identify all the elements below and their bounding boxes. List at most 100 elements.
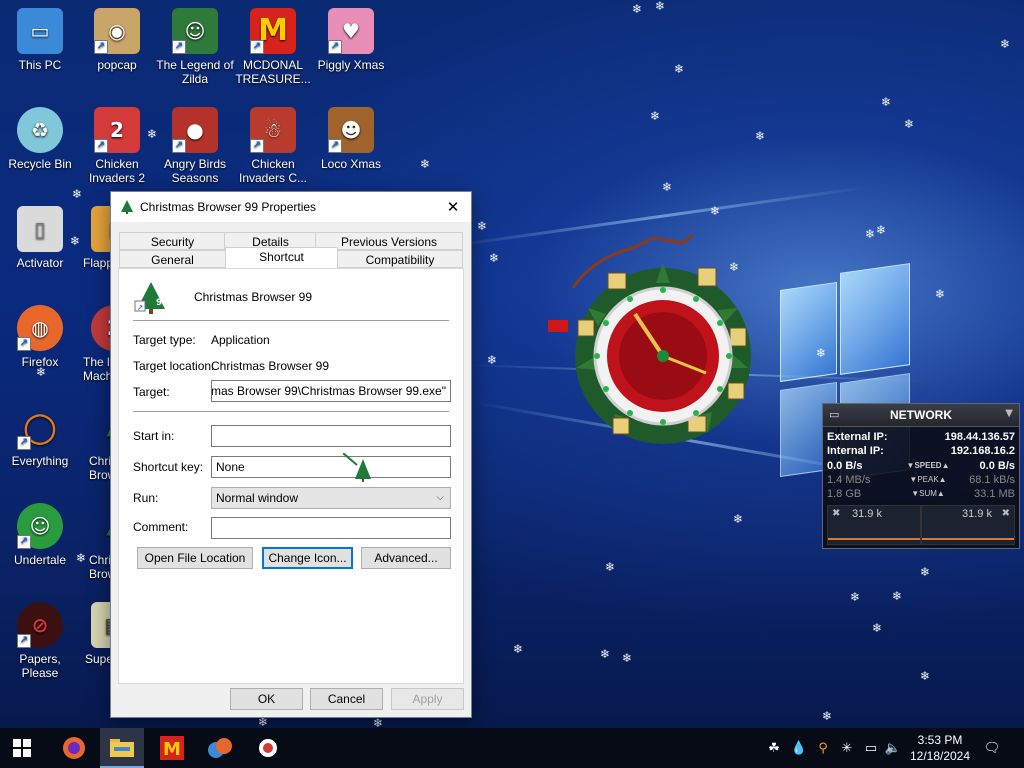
game-icon: ▤ (91, 602, 111, 648)
divider (133, 320, 449, 321)
recycle-bin-icon: ♻ (17, 107, 63, 153)
target-label: Target: (133, 385, 170, 399)
comment-input[interactable] (211, 517, 451, 539)
desktop-icon-super[interactable]: ▤ Supe (77, 602, 111, 666)
christmas-clock-widget[interactable] (548, 228, 772, 452)
start-button[interactable] (0, 728, 44, 768)
desktop-icon-undertale[interactable]: ☺ ↗ Undertale (0, 503, 80, 567)
desktop-icon-label: Chicken Invaders 2 (88, 157, 146, 185)
download-graph: ✖ 31.9 k (827, 505, 921, 545)
network-widget[interactable]: ▭ NETWORK ▼ External IP: 198.44.136.57 I… (822, 403, 1020, 549)
tray-drop-icon[interactable]: 💧 (788, 728, 810, 768)
cancel-button[interactable]: Cancel (310, 688, 383, 710)
shortcut-arrow-icon: ↗ (17, 535, 31, 549)
search-icon: ○ ↗ (17, 404, 63, 450)
snowflake-icon: ❄ (881, 95, 892, 109)
firefox-icon: ◍ ↗ (17, 305, 63, 351)
target-input-value: Christmas Browser 99\Christmas Browser 9… (211, 384, 446, 398)
target-type-value: Application (211, 333, 270, 347)
taskbar-clock[interactable]: 3:53 PM 12/18/2024 (902, 732, 978, 764)
tab-compatibility[interactable]: Compatibility (337, 250, 463, 268)
firefox-icon (63, 737, 85, 759)
desktop-icon-firefox[interactable]: ◍ ↗ Firefox (0, 305, 80, 369)
desktop-icon-papers-please[interactable]: ⊘ ↗ Papers, Please (0, 602, 80, 680)
desktop-icon-christmas-browser[interactable]: ▲ Chri Brows (77, 404, 111, 482)
ok-button[interactable]: OK (230, 688, 303, 710)
desktop-icon-label: The Legend of Zilda (156, 58, 234, 86)
christmas-tree-cursor-icon (343, 453, 371, 482)
pig-icon: ♥ ↗ (328, 8, 374, 54)
taskbar-firefox[interactable] (52, 728, 96, 768)
run-select[interactable]: Normal window ⌵ (211, 487, 451, 509)
desktop-icon-mcdonal-treasure[interactable]: M ↗ MCDONAL TREASURE... (233, 8, 313, 86)
snowflake-icon: ❄ (876, 223, 887, 237)
sum-row: 1.8 GB ▼SUM▲ 33.1 MB (827, 487, 1015, 501)
shortcut-name: Christmas Browser 99 (194, 290, 313, 304)
change-icon-button[interactable]: Change Icon... (262, 547, 353, 569)
desktop-icon-christmas-browser-2[interactable]: ▲ Chri Brow (77, 503, 111, 581)
tray-search-icon[interactable]: ⚲ (812, 728, 834, 768)
desktop-icon-label: Activator (16, 256, 64, 270)
network-icon[interactable]: ▭ (860, 728, 882, 768)
desktop-icon-this-pc[interactable]: ▭ This PC (0, 8, 80, 72)
start-in-input[interactable] (211, 425, 451, 447)
desktop-icon-label: Undertale (13, 553, 67, 567)
snowflake-icon: ❄ (816, 346, 827, 360)
taskbar-app-bird[interactable] (198, 728, 242, 768)
desktop-icon-legend-of-zilda[interactable]: ☺ ↗ The Legend of Zilda (155, 8, 235, 86)
snowflake-icon: ❄ (822, 709, 833, 723)
desktop-icon-label: Angry Birds Seasons (163, 157, 227, 185)
bear-icon: ☻ ↗ (328, 107, 374, 153)
taskbar-chicken-invaders[interactable] (246, 728, 290, 768)
desktop-icon-popcap[interactable]: ◉ ↗ popcap (77, 8, 157, 72)
desktop-icon-flapp[interactable]: ▮ Flapp (77, 206, 111, 270)
snowflake-icon: ❄ (489, 251, 500, 265)
tray-snowflake-icon[interactable]: ✳ (836, 728, 858, 768)
tray-people-icon[interactable]: ☘ (762, 728, 786, 768)
shortcut-arrow-icon: ↗ (250, 139, 264, 153)
sum-down-value: 1.8 GB (827, 488, 862, 500)
speed-up-value: 0.0 B/s (979, 460, 1015, 472)
tab-security[interactable]: Security (119, 232, 226, 250)
dialog-title-bar[interactable]: Christmas Browser 99 Properties ✕ (111, 192, 471, 222)
desktop-icon-angry-birds-seasons[interactable]: ● ↗ Angry Birds Seasons (155, 107, 235, 185)
snowflake-icon: ❄ (477, 219, 488, 233)
shortcut-arrow-icon: ↗ (250, 40, 264, 54)
desktop-icon-recycle-bin[interactable]: ♻ Recycle Bin (0, 107, 80, 171)
desktop-icon-piggly-xmas[interactable]: ♥ ↗ Piggly Xmas (311, 8, 391, 72)
taskbar: M ☘ 💧 ⚲ ✳ ▭ 🔈 3:53 PM 12/18/2024 🗨 (0, 728, 1024, 768)
open-file-location-button[interactable]: Open File Location (137, 547, 253, 569)
snowflake-icon: ❄ (892, 589, 903, 603)
snowflake-icon: ❄ (904, 117, 915, 131)
advanced-button[interactable]: Advanced... (361, 547, 451, 569)
apply-button[interactable]: Apply (391, 688, 464, 710)
taskbar-mcdonalds[interactable]: M (150, 728, 194, 768)
tab-shortcut[interactable]: Shortcut (225, 247, 338, 268)
desktop-icon-chicken-invaders-2[interactable]: 2 ↗ Chicken Invaders 2 (77, 107, 157, 185)
desktop-icon-label: Piggly Xmas (317, 58, 385, 72)
folder-icon (110, 739, 134, 757)
target-location-value: Christmas Browser 99 (211, 359, 330, 373)
desktop-icon-activator[interactable]: ▯ Activator (0, 206, 80, 270)
mcdonalds-logo-icon: M ↗ (250, 8, 296, 54)
chevron-down-icon[interactable]: ▼ (1005, 408, 1013, 419)
close-button[interactable]: ✕ (441, 196, 465, 218)
external-ip-value: 198.44.136.57 (944, 431, 1015, 443)
desktop-icon-label: This PC (18, 58, 62, 72)
target-input[interactable]: Christmas Browser 99\Christmas Browser 9… (211, 380, 451, 402)
taskbar-file-explorer[interactable] (100, 728, 144, 768)
file-icon: ▯ (17, 206, 63, 252)
desktop-icon-loco-xmas[interactable]: ☻ ↗ Loco Xmas (311, 107, 391, 171)
desktop-icon-the-machine[interactable]: 2 The l Mach (77, 305, 111, 383)
desktop-icon-label: Supe (85, 652, 111, 666)
windows-start-icon (13, 739, 31, 757)
notification-icon[interactable]: 🗨 (980, 728, 1004, 768)
shortcut-key-input[interactable]: None (211, 456, 451, 478)
volume-muted-icon[interactable]: 🔈 (884, 728, 902, 768)
snowflake-icon: ❄ (920, 565, 931, 579)
desktop-icon-everything[interactable]: ○ ↗ Everything (0, 404, 80, 468)
svg-text:M: M (163, 739, 181, 760)
tab-general[interactable]: General (119, 250, 226, 268)
divider (133, 411, 449, 412)
desktop-icon-chicken-invaders-c[interactable]: ☃ ↗ Chicken Invaders C... (233, 107, 313, 185)
